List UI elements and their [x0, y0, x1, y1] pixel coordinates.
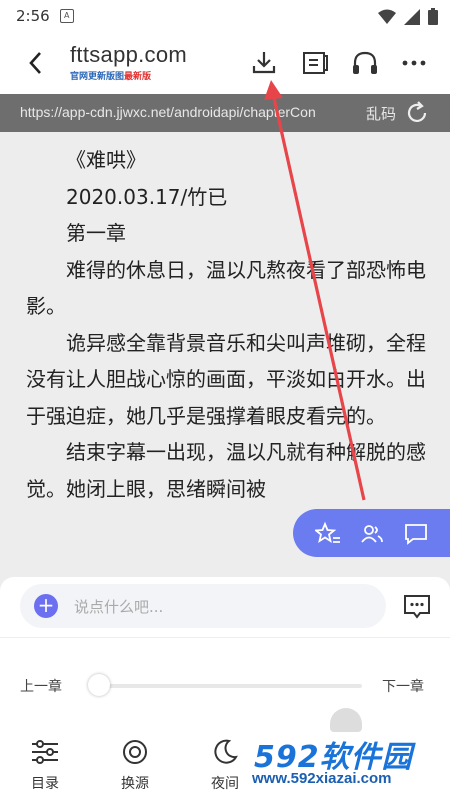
nav-label: 夜间 [211, 776, 239, 792]
mascot-icon [330, 708, 362, 732]
chapter-progress-thumb[interactable] [88, 674, 110, 696]
chat-icon[interactable] [403, 521, 429, 547]
comment-input[interactable] [72, 592, 366, 622]
sliders-icon [32, 740, 58, 764]
chapter-progress-track[interactable] [100, 684, 362, 688]
divider [0, 637, 450, 638]
nav-night[interactable]: 夜间 [195, 735, 255, 793]
users-icon[interactable] [359, 521, 385, 547]
watermark: 592软件园 www.592xiazai.com [248, 730, 450, 800]
floating-actions [293, 509, 450, 557]
nav-source[interactable]: 换源 [105, 735, 165, 793]
moon-icon [214, 739, 238, 764]
source-icon [123, 740, 147, 764]
watermark-url: www.592xiazai.com [252, 770, 392, 787]
plus-icon[interactable]: + [34, 594, 58, 618]
nav-label: 换源 [121, 776, 149, 792]
message-icon[interactable] [402, 593, 432, 621]
next-chapter-button[interactable]: 下一章 [382, 676, 424, 696]
nav-catalog[interactable]: 目录 [15, 735, 75, 793]
comment-box: + [20, 584, 386, 628]
prev-chapter-button[interactable]: 上一章 [20, 676, 62, 696]
star-list-icon[interactable] [315, 521, 341, 547]
nav-label: 目录 [31, 776, 59, 792]
